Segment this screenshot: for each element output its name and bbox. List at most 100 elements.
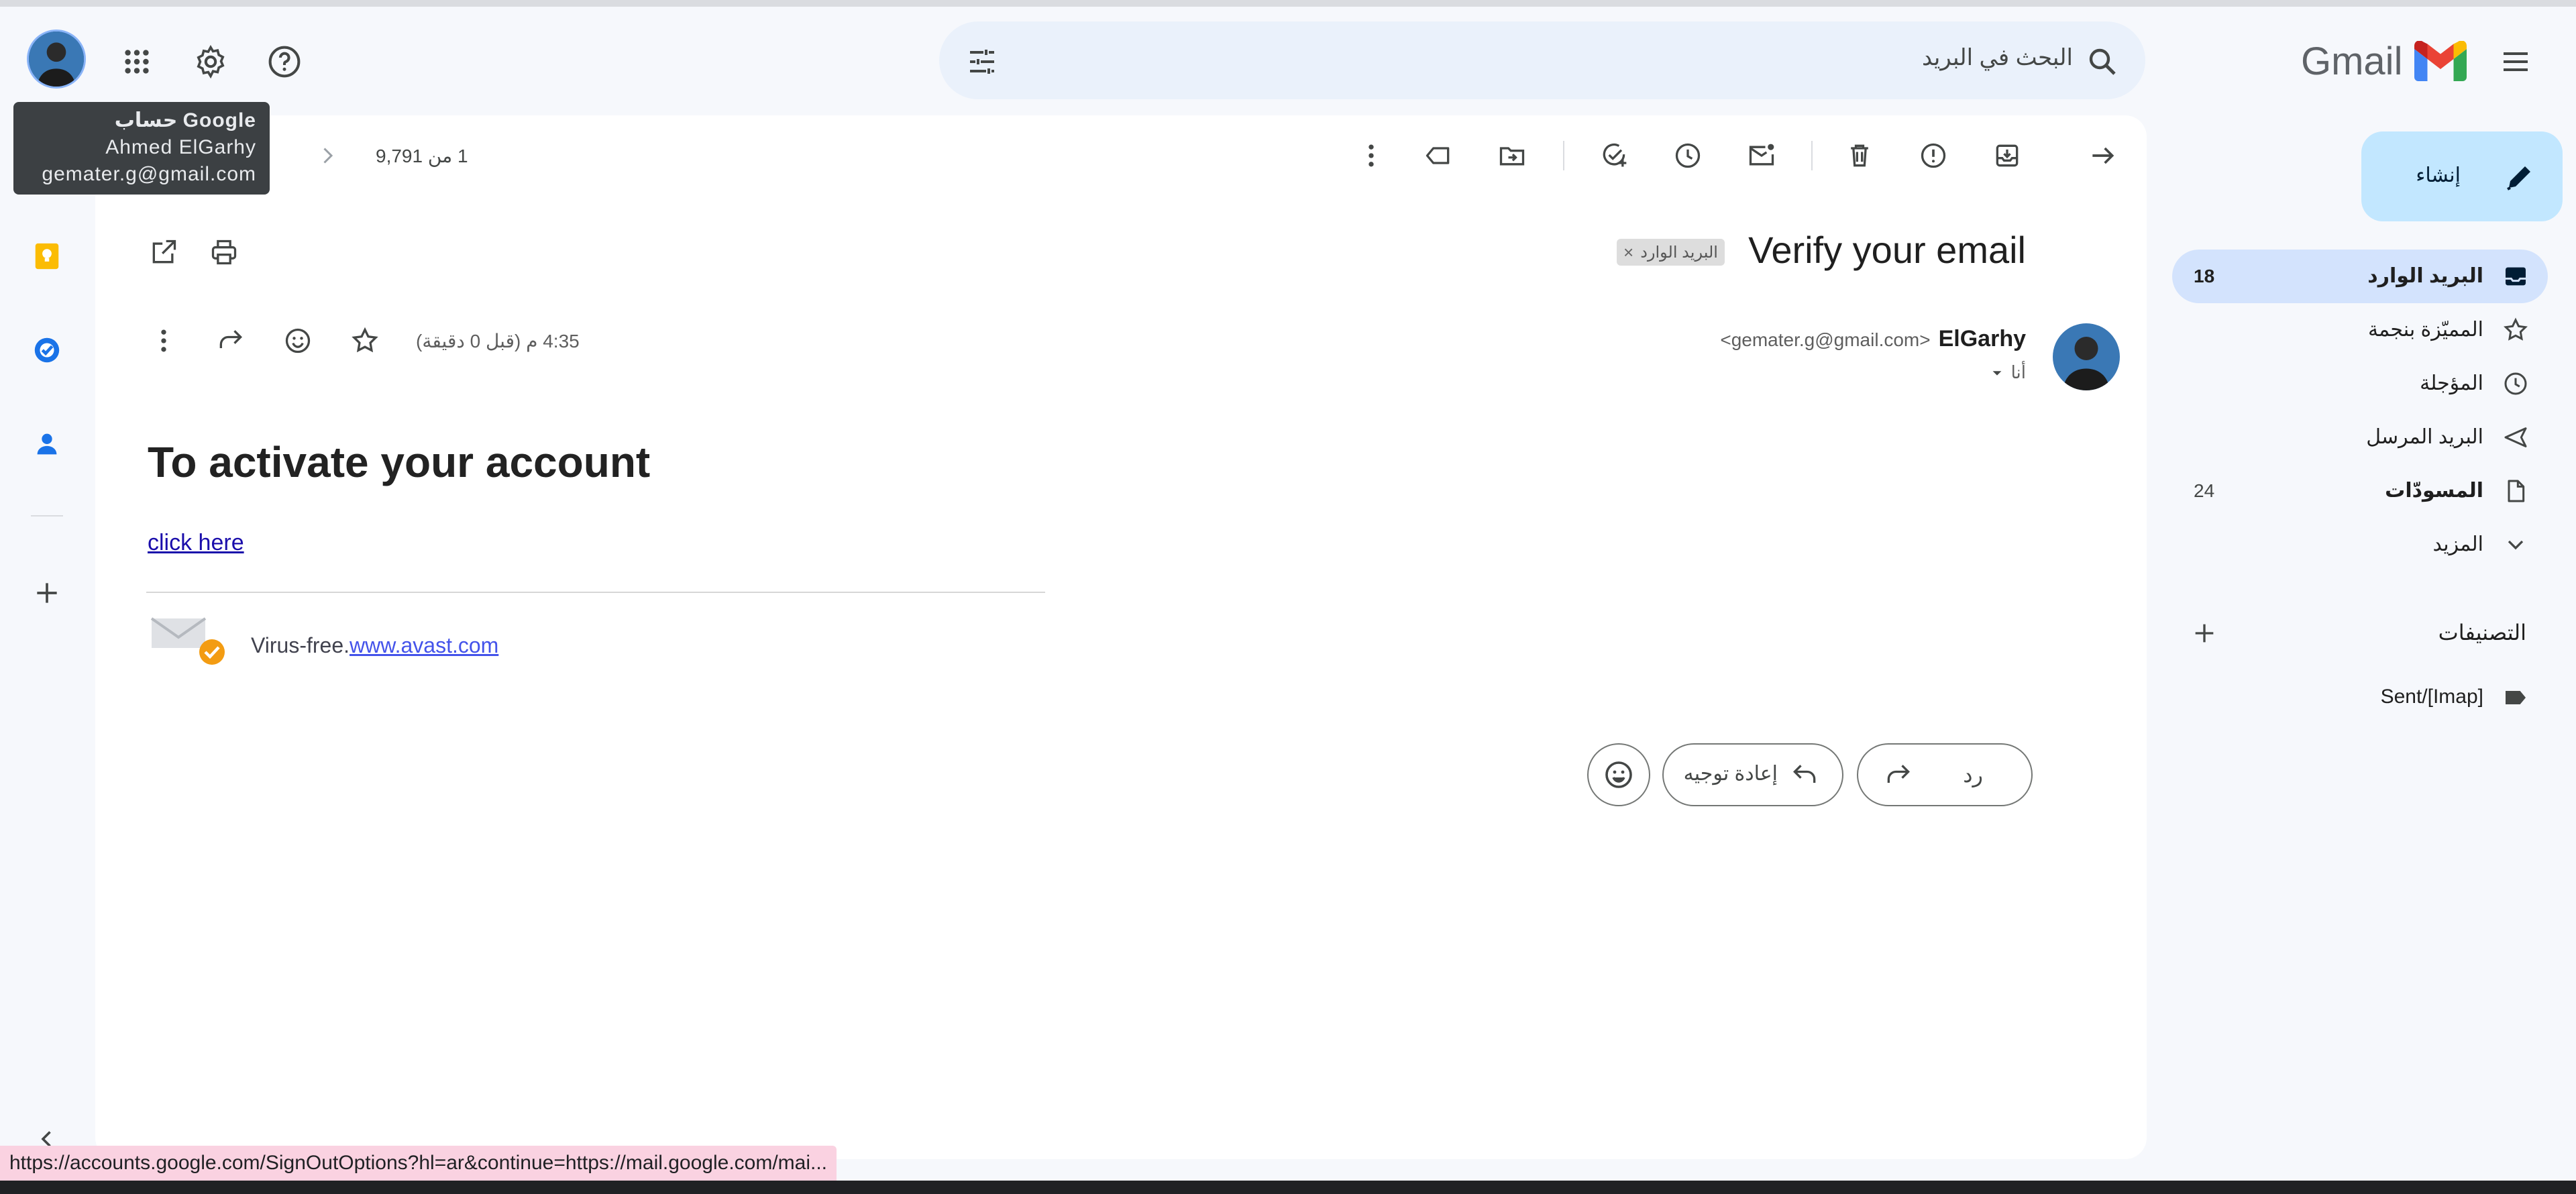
print-all-button[interactable] — [192, 220, 256, 284]
person-avatar-icon — [2053, 323, 2120, 390]
avast-link[interactable]: www.avast.com — [350, 633, 498, 657]
star-icon — [2504, 317, 2528, 341]
account-avatar[interactable] — [27, 30, 86, 89]
sidebar-item-drafts[interactable]: المسودّات 24 — [2172, 464, 2548, 518]
message-more-button[interactable] — [131, 309, 196, 373]
forward-label: إعادة توجيه — [1683, 763, 1778, 785]
tasks-button[interactable] — [15, 318, 79, 382]
labels-heading: التصنيفات — [2438, 620, 2526, 645]
add-to-tasks-button[interactable] — [1582, 123, 1646, 188]
main-menu-button[interactable] — [2483, 30, 2548, 94]
body-heading: To activate your account — [148, 438, 651, 486]
move-to-button[interactable] — [1480, 123, 1544, 188]
sender-name[interactable]: ElGarhy — [1939, 326, 2026, 352]
archive-button[interactable] — [1975, 123, 2039, 188]
tooltip-title: حساب Google — [114, 109, 256, 131]
emoji-icon — [1605, 761, 1632, 788]
sidebar-item-label: البريد الوارد — [2367, 265, 2483, 287]
back-to-inbox-button[interactable] — [2070, 123, 2135, 188]
sidebar-item-sent[interactable]: البريد المرسل — [2172, 411, 2548, 464]
search-bar[interactable]: البحث في البريد — [939, 21, 2145, 99]
forward-chip-button[interactable]: إعادة توجيه — [1662, 743, 1843, 806]
open-in-new-icon — [152, 239, 176, 264]
unread-count: 18 — [2194, 266, 2215, 286]
remove-label-icon[interactable]: × — [1623, 242, 1633, 263]
print-icon — [211, 239, 237, 265]
tasks-icon — [34, 337, 60, 363]
chevron-right-icon — [323, 148, 333, 164]
rail-divider — [31, 515, 63, 517]
report-spam-button[interactable] — [1901, 123, 1966, 188]
add-reaction-button[interactable] — [266, 309, 330, 373]
reply-button[interactable] — [199, 309, 263, 373]
plus-icon — [37, 583, 57, 603]
gmail-m-icon — [2414, 41, 2467, 81]
tooltip-email: gemater.g@gmail.com — [42, 163, 256, 185]
emoji-reaction-button[interactable] — [1587, 743, 1650, 806]
inbox-icon — [2506, 267, 2526, 286]
create-label-button[interactable] — [2172, 602, 2237, 664]
support-button[interactable] — [252, 30, 317, 94]
compose-button[interactable]: إنشاء — [2361, 131, 2563, 221]
sender-email: <gemater.g@gmail.com> — [1720, 329, 1931, 350]
sidebar-item-label-sent-imap[interactable]: Sent/[Imap] — [2172, 671, 2548, 724]
google-apps-button[interactable] — [105, 30, 169, 94]
reply-back-arrow-icon — [1792, 765, 1816, 783]
contacts-icon — [37, 433, 57, 455]
toolbar-divider — [1811, 141, 1813, 170]
forward-arrow-icon — [219, 330, 243, 348]
window-top-edge — [0, 0, 2576, 7]
mark-unread-icon — [1749, 144, 1774, 166]
star-message-button[interactable] — [333, 309, 397, 373]
emoji-icon — [285, 328, 311, 354]
archive-icon — [1996, 144, 2019, 167]
recipient-text: أنا — [2010, 362, 2026, 382]
move-folder-icon — [1499, 147, 1525, 166]
older-message-button[interactable] — [295, 123, 360, 188]
reply-label: رد — [1963, 763, 1983, 787]
gmail-wordmark: Gmail — [2301, 39, 2403, 83]
avast-logo[interactable] — [150, 616, 228, 665]
snooze-button[interactable] — [1656, 123, 1720, 188]
reply-chip-button[interactable]: رد — [1857, 743, 2033, 806]
sidebar-item-snoozed[interactable]: المؤجلة — [2172, 357, 2548, 411]
open-in-new-window-button[interactable] — [131, 220, 196, 284]
sender-avatar[interactable] — [2053, 323, 2120, 390]
more-vertical-icon — [1368, 144, 1374, 167]
draft-file-icon — [2508, 480, 2525, 502]
sidebar-item-more[interactable]: المزيد — [2172, 518, 2548, 572]
keep-button[interactable] — [15, 224, 79, 288]
trash-icon — [1851, 144, 1868, 167]
search-icon[interactable] — [2086, 46, 2118, 78]
settings-button[interactable] — [178, 30, 243, 94]
browser-status-url: https://accounts.google.com/SignOutOptio… — [0, 1146, 837, 1181]
delete-button[interactable] — [1827, 123, 1892, 188]
mark-unread-button[interactable] — [1729, 123, 1794, 188]
contacts-button[interactable] — [15, 412, 79, 476]
more-vertical-icon — [161, 329, 166, 352]
get-add-ons-button[interactable] — [15, 561, 79, 625]
inbox-label-chip[interactable]: × البريد الوارد — [1617, 239, 1725, 266]
more-actions-button[interactable] — [1339, 123, 1403, 188]
envelope-check-icon — [150, 617, 225, 665]
recipient-toggle[interactable]: أنا — [1990, 362, 2026, 383]
clock-icon — [2504, 372, 2527, 395]
chevron-down-icon — [2508, 540, 2524, 550]
pencil-icon — [2507, 166, 2530, 191]
search-input[interactable]: البحث في البريد — [1922, 44, 2073, 71]
activation-link[interactable]: click here — [148, 530, 244, 556]
labels-button[interactable] — [1406, 123, 1470, 188]
sidebar-item-label: المميّزة بنجمة — [2367, 319, 2483, 341]
virus-free-line: Virus-free.www.avast.com — [251, 633, 498, 658]
gmail-logo[interactable]: Gmail — [2301, 38, 2467, 85]
signature-divider — [146, 592, 1045, 593]
message-subject: Verify your email — [1748, 229, 2026, 271]
caret-down-icon — [1992, 370, 2002, 376]
help-icon — [268, 46, 301, 78]
filter-options-icon[interactable] — [966, 46, 998, 78]
add-task-icon — [1603, 143, 1627, 167]
sidebar-item-inbox[interactable]: البريد الوارد 18 — [2172, 250, 2548, 303]
pagination-text: 1 من 9,791 — [376, 146, 468, 166]
star-icon — [352, 327, 378, 353]
sidebar-item-starred[interactable]: المميّزة بنجمة — [2172, 303, 2548, 357]
